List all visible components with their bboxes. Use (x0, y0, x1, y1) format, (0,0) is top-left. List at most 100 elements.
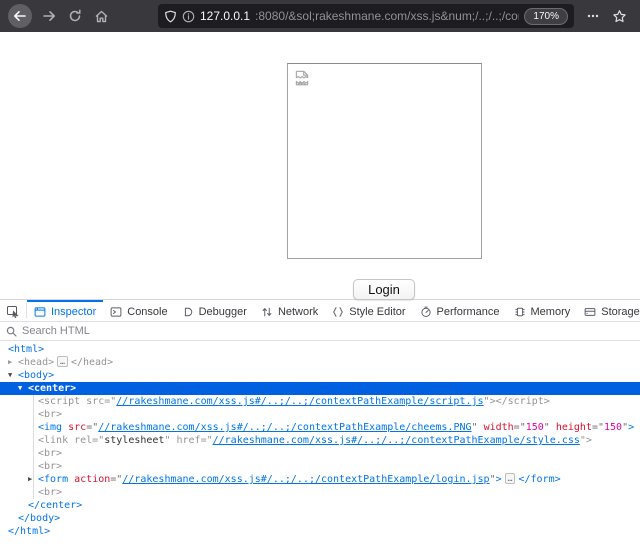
expand-expander[interactable]: ▶ (28, 473, 38, 486)
tab-memory[interactable]: Memory (507, 300, 578, 321)
tab-style-editor[interactable]: Style Editor (325, 300, 412, 321)
attribute-url-link[interactable]: //rakeshmane.com/xss.js#/..;/..;/context… (122, 474, 489, 485)
forward-button[interactable] (36, 3, 62, 29)
markup-text: " href=" (164, 435, 212, 446)
search-html-input[interactable] (22, 325, 634, 337)
markup-text: <script src=" (38, 396, 116, 407)
tab-debugger[interactable]: Debugger (175, 300, 254, 321)
storage-icon (584, 306, 596, 318)
markup-text: <br> (38, 409, 62, 420)
url-bar[interactable]: 127.0.0.1 :8080/&sol;rakeshmane.com/xss.j… (158, 4, 574, 28)
markup-text: height (556, 422, 592, 433)
markup-row[interactable]: <br> (0, 447, 640, 460)
markup-row[interactable]: </body> (0, 512, 640, 525)
broken-image-placeholder (287, 63, 482, 259)
markup-text: =" (86, 422, 98, 433)
markup-row[interactable]: ▶<head>…</head> (0, 356, 640, 369)
markup-text: 150 (526, 422, 544, 433)
inline-children-badge[interactable]: … (57, 356, 68, 367)
browser-window: 127.0.0.1 :8080/&sol;rakeshmane.com/xss.j… (0, 0, 640, 558)
home-icon (94, 9, 109, 24)
network-icon (261, 306, 273, 318)
markup-text: </center> (28, 500, 82, 511)
tab-console[interactable]: Console (103, 300, 174, 321)
markup-text: 150 (604, 422, 622, 433)
tab-network[interactable]: Network (254, 300, 325, 321)
markup-row[interactable]: ▼<body> (0, 369, 640, 382)
markup-text: </body> (18, 513, 60, 524)
markup-text: src (68, 422, 86, 433)
attribute-url-link[interactable]: //rakeshmane.com/xss.js#/..;/..;/context… (213, 435, 580, 446)
markup-text: =" (592, 422, 604, 433)
url-host-text: 127.0.0.1 (200, 9, 250, 23)
star-icon (612, 9, 627, 24)
markup-text: > (628, 422, 634, 433)
tab-label: Debugger (199, 306, 247, 318)
markup-text: <img (38, 422, 62, 433)
markup-row[interactable]: <img src="//rakeshmane.com/xss.js#/..;/.… (0, 421, 640, 434)
debugger-icon (182, 306, 194, 318)
markup-text: "> (580, 435, 592, 446)
tab-storage[interactable]: Storage (577, 300, 640, 321)
markup-row[interactable]: <br> (0, 486, 640, 499)
markup-text: > (496, 474, 502, 485)
markup-text: <br> (38, 461, 62, 472)
markup-row[interactable]: </center> (0, 499, 640, 512)
zoom-indicator[interactable]: 170% (524, 8, 568, 25)
info-icon[interactable] (182, 10, 195, 23)
tab-inspector[interactable]: Inspector (27, 300, 103, 321)
markup-text: action (74, 474, 110, 485)
expand-expander[interactable]: ▶ (8, 356, 18, 369)
home-button[interactable] (88, 3, 114, 29)
back-arrow-icon (13, 9, 27, 23)
tab-label: Storage (601, 306, 640, 318)
tab-label: Style Editor (349, 306, 405, 318)
html-search-bar (0, 322, 640, 341)
tab-label: Network (278, 306, 318, 318)
markup-text: stylesheet (104, 435, 164, 446)
login-button[interactable]: Login (353, 279, 415, 300)
performance-icon (420, 306, 432, 318)
forward-arrow-icon (42, 9, 56, 23)
markup-row[interactable]: ▼<center> (0, 382, 640, 395)
meatball-menu-icon (586, 9, 600, 23)
browser-toolbar: 127.0.0.1 :8080/&sol;rakeshmane.com/xss.j… (0, 0, 640, 32)
style-editor-icon (332, 306, 344, 318)
markup-text: <body> (18, 370, 54, 381)
collapse-expander[interactable]: ▼ (18, 382, 28, 395)
markup-row[interactable]: <br> (0, 460, 640, 473)
attribute-url-link[interactable]: //rakeshmane.com/xss.js#/..;/..;/context… (116, 396, 483, 407)
page-actions-button[interactable] (580, 3, 606, 29)
devtools-panel: Inspector Console Debugger Network Style Edi… (0, 299, 640, 558)
reload-icon (68, 9, 82, 23)
markup-text: </form> (518, 474, 560, 485)
markup-row[interactable]: <link rel="stylesheet" href="//rakeshman… (0, 434, 640, 447)
back-button[interactable] (8, 4, 32, 28)
markup-text: =" (514, 422, 526, 433)
markup-row[interactable]: <html> (0, 343, 640, 356)
attribute-url-link[interactable]: //rakeshmane.com/xss.js#/..;/..;/context… (98, 422, 471, 433)
node-picker-button[interactable] (0, 300, 26, 321)
console-icon (110, 306, 122, 318)
markup-text: "></script> (484, 396, 550, 407)
markup-text: <head> (18, 357, 54, 368)
markup-row[interactable]: </html> (0, 525, 640, 538)
shield-icon (164, 10, 177, 23)
markup-text: </head> (71, 357, 113, 368)
inline-children-badge[interactable]: … (505, 473, 516, 484)
markup-text: <br> (38, 487, 62, 498)
bookmark-star-button[interactable] (606, 3, 632, 29)
markup-row[interactable]: ▶<form action="//rakeshmane.com/xss.js#/… (0, 473, 640, 486)
markup-text: " (544, 422, 556, 433)
markup-row[interactable]: <br> (0, 408, 640, 421)
collapse-expander[interactable]: ▼ (8, 369, 18, 382)
tab-label: Inspector (51, 306, 96, 318)
page-viewport: Login (0, 32, 640, 299)
devtools-tabbar: Inspector Console Debugger Network Style Edi… (0, 300, 640, 322)
url-path-text: :8080/&sol;rakeshmane.com/xss.js&num;/..… (255, 9, 519, 23)
tab-performance[interactable]: Performance (413, 300, 507, 321)
markup-row[interactable]: <script src="//rakeshmane.com/xss.js#/..… (0, 395, 640, 408)
markup-text: " (472, 422, 484, 433)
reload-button[interactable] (62, 3, 88, 29)
node-picker-icon (6, 304, 20, 318)
